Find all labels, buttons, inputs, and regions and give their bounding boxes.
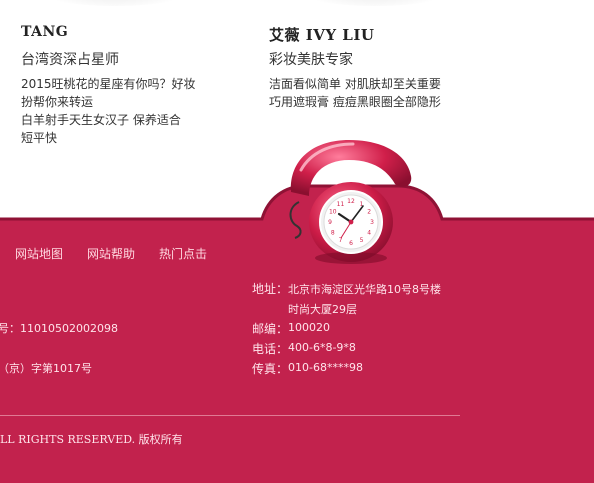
clock-numeral: 4 (367, 230, 371, 237)
license-number: 号：11010502002098 (0, 322, 118, 335)
nav-link-popular[interactable]: 热门点击 (159, 245, 207, 262)
clock-numeral: 6 (349, 240, 353, 247)
address-line-2: 时尚大厦29层 (288, 303, 357, 316)
copyright-text: LL RIGHTS RESERVED. 版权所有 (0, 433, 183, 446)
clock-numeral: 5 (360, 237, 364, 244)
footer-divider (0, 415, 460, 416)
clock-numeral: 12 (347, 198, 355, 205)
clock-numeral: 10 (329, 209, 337, 216)
phone-value[interactable]: 400-6*8-9*8 (288, 341, 356, 354)
clock-numeral: 11 (337, 201, 345, 208)
postcode-label: 邮编： (252, 322, 289, 336)
fax-label: 传真： (252, 362, 289, 376)
address-label: 地址： (252, 282, 289, 296)
clock-numeral: 9 (328, 219, 332, 226)
postcode-value: 100020 (288, 321, 330, 334)
nav-link-sitemap[interactable]: 网站地图 (15, 245, 63, 262)
clock-numeral: 2 (367, 209, 371, 216)
address-line-1: 北京市海淀区光华路10号8号楼 (288, 283, 441, 296)
permit-number: （京）字第1017号 (0, 362, 92, 375)
clock-numeral: 3 (370, 219, 374, 226)
phone-label: 电话： (252, 342, 289, 356)
clock-numeral: 8 (331, 230, 335, 237)
telephone-clock-icon: 12 1234567891011 (289, 140, 412, 264)
fax-value: 010-68****98 (288, 361, 363, 374)
nav-link-help[interactable]: 网站帮助 (87, 245, 135, 262)
